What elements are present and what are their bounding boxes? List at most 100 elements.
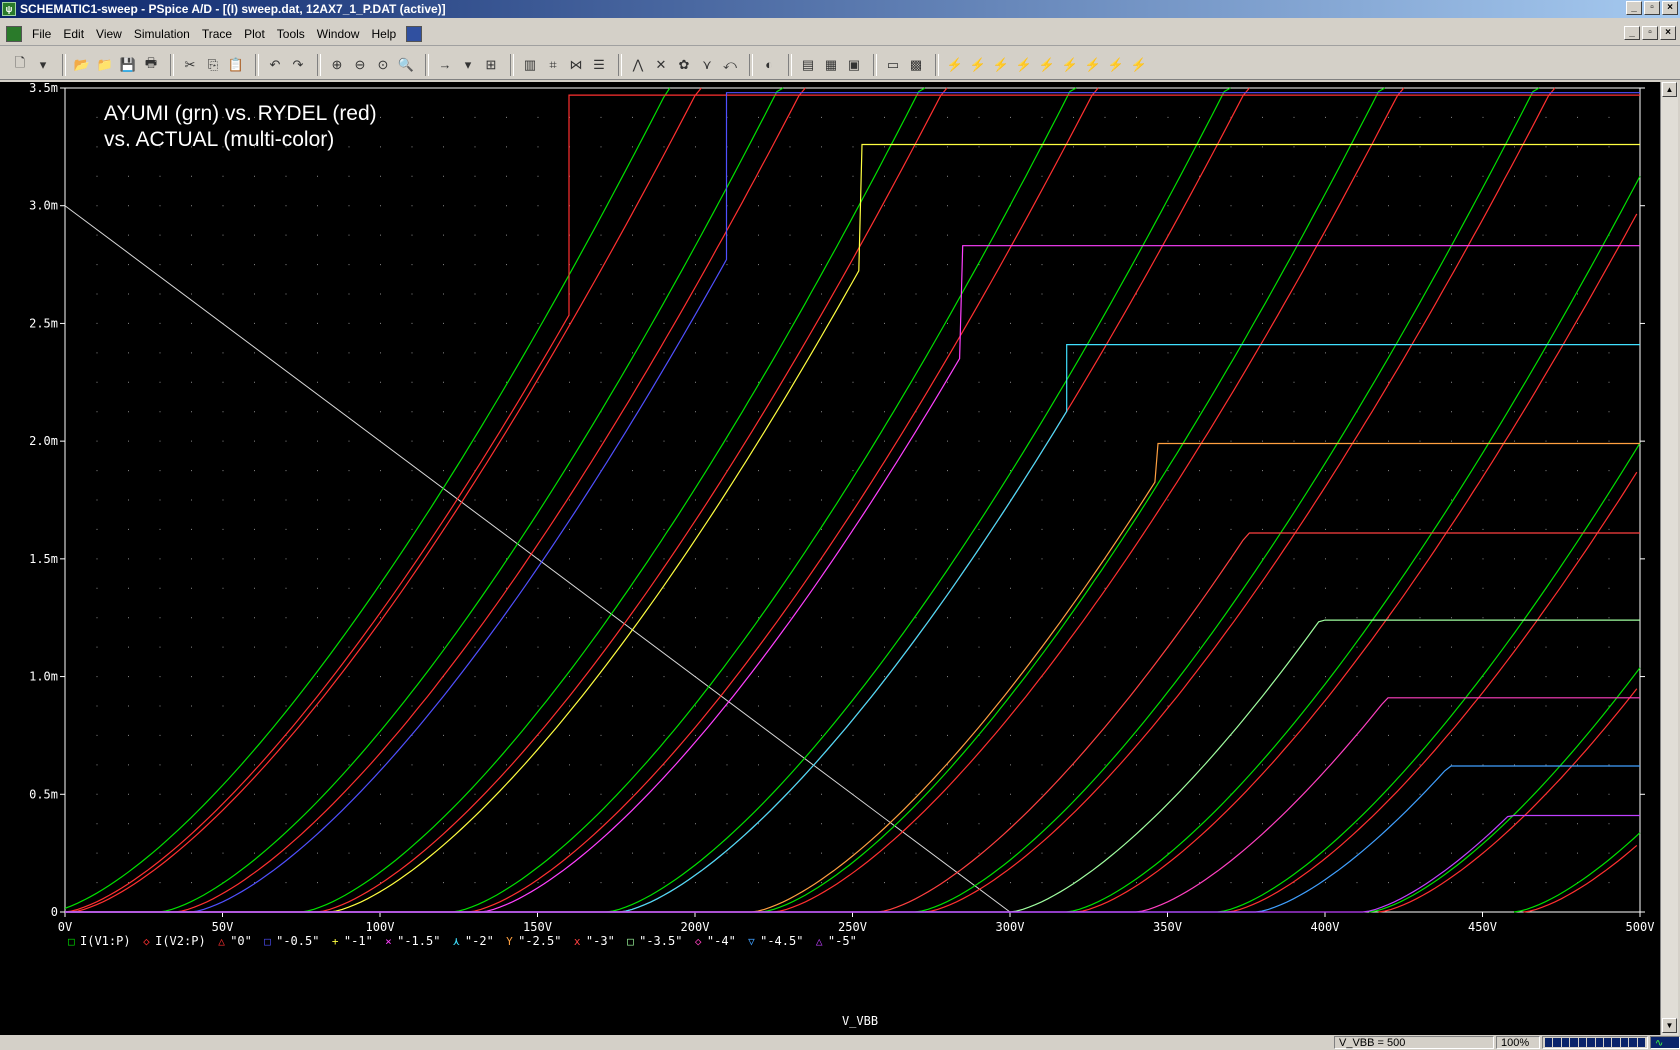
menu-window[interactable]: Window [311,27,366,41]
dropdown-icon[interactable]: ▾ [458,55,478,75]
legend-symbol: ◇ [695,935,702,948]
ayumi-curve [1513,832,1641,913]
y-tick-label: 1.5m [29,552,58,566]
zoom-in-icon[interactable]: ⊕ [327,55,347,75]
document-icon[interactable] [6,25,22,42]
document-window-controls: _ ▫ × [1624,26,1676,40]
mark-label-icon[interactable]: ◐ [759,55,779,75]
trough-icon[interactable]: ⤺ [720,55,740,75]
open-folder-icon[interactable]: 📁 [95,55,115,75]
status-bar: V_VBB = 500 100% ∿ [0,1035,1680,1050]
x-axis-label: V_VBB [842,1014,878,1028]
marker-voltage-icon[interactable]: ⚡ [945,55,965,75]
progress-segment [1553,1038,1561,1047]
menu-bar: File Edit View Simulation Trace Plot Too… [0,22,1680,46]
waveform-icon: ∿ [1650,1036,1680,1049]
save-plot-icon[interactable]: ▣ [844,55,864,75]
legend-label: "-5" [828,934,857,948]
fourier-icon[interactable]: ▥ [520,55,540,75]
window-titlebar: ψ SCHEMATIC1-sweep - PSpice A/D - [(I) s… [0,0,1680,18]
legend-symbol: x [574,935,581,948]
arrow-icon[interactable]: → [435,55,455,75]
marker-group-icon[interactable]: ⚡ [1083,55,1103,75]
legend-label: I(V1:P) [80,934,131,948]
maximize-button[interactable]: ▫ [1644,1,1660,15]
log-icon[interactable]: ⊞ [481,55,501,75]
copy-icon[interactable]: ⎘ [203,55,223,75]
toolbar-separator [618,53,622,76]
rydel-curve [1523,844,1638,913]
zoom-area-icon[interactable]: ⊙ [373,55,393,75]
marker-diff-icon[interactable]: ⚡ [1014,55,1034,75]
zoom-out-icon[interactable]: ⊖ [350,55,370,75]
view-netlist-icon[interactable]: ▤ [798,55,818,75]
menu-tools[interactable]: Tools [271,27,311,41]
scroll-up-button[interactable]: ▲ [1662,82,1677,97]
marker-phase-icon[interactable]: ⚡ [1060,55,1080,75]
plot-window[interactable]: 0 0.5m 1.0m 1.5m 2.0m 2.5m 3.0m 3.5m 0V 50V 100V 15… [0,81,1660,1035]
menu-plot[interactable]: Plot [238,27,271,41]
menu-view[interactable]: View [90,27,128,41]
marker-real-icon[interactable]: ⚡ [1106,55,1126,75]
minimize-button[interactable]: _ [1626,1,1642,15]
dropdown-icon[interactable]: ▾ [33,55,53,75]
redo-icon[interactable]: ↷ [288,55,308,75]
ayumi-curve [761,87,1386,913]
x-tick-label: 500V [1626,920,1655,934]
settings-icon[interactable]: ▩ [906,55,926,75]
menu-edit[interactable]: Edit [57,27,90,41]
toolbar: 🗋 ▾ 📂 📁 💾 🖶 ✂ ⎘ 📋 ↶ ↷ ⊕ ⊖ ⊙ 🔍 → ▾ ⊞ ▥ ⌗ ⋈ ☰ ⋀ ✕ ✿ ⋎ ⤺ ◐ ▤ ▦ ▣ ▭ ▩ ⚡ ⚡ ⚡ ⚡ ⚡ ⚡ ⚡… [0,50,1680,80]
xy-icon[interactable]: ⋈ [566,55,586,75]
legend: □ I(V1:P) ◇ I(V2:P) △ "0" □ "-0.5" + "-1" × "-1.5" ⋏… [68,934,857,948]
menu-simulation[interactable]: Simulation [128,27,196,41]
marker-current-icon[interactable]: ⚡ [968,55,988,75]
menu-file[interactable]: File [26,27,57,41]
y-tick-label: 3.5m [29,82,58,95]
table-icon[interactable]: ☰ [589,55,609,75]
help-context-icon[interactable] [406,25,423,42]
toolbar-separator [510,53,514,76]
marker-power-icon[interactable]: ⚡ [991,55,1011,75]
undo-icon[interactable]: ↶ [265,55,285,75]
progress-segment [1620,1038,1629,1047]
legend-symbol: △ [218,935,225,948]
marker-db-icon[interactable]: ⚡ [1037,55,1057,75]
measured-curve [65,532,1640,913]
measured-curve [65,92,1640,913]
doc-minimize-button[interactable]: _ [1624,26,1640,40]
run-icon[interactable]: ▭ [883,55,903,75]
x-tick-label: 100V [366,920,395,934]
doc-close-button[interactable]: × [1660,26,1676,40]
peak-icon[interactable]: ⋎ [697,55,717,75]
doc-restore-button[interactable]: ▫ [1642,26,1658,40]
performance-icon[interactable]: ⌗ [543,55,563,75]
add-trace-icon[interactable]: ⋀ [628,55,648,75]
zoom-fit-icon[interactable]: 🔍 [396,55,416,75]
toggle-cursor-icon[interactable]: ✕ [651,55,671,75]
measured-curve [65,697,1640,913]
measured-curve [65,765,1640,913]
cut-icon[interactable]: ✂ [180,55,200,75]
toolbar-separator [425,53,429,76]
x-tick-label: 150V [523,920,552,934]
annotation-line-1: AYUMI (grn) vs. RYDEL (red) [104,102,377,125]
menu-help[interactable]: Help [365,27,402,41]
iv-plot[interactable]: 0 0.5m 1.0m 1.5m 2.0m 2.5m 3.0m 3.5m 0V 50V 100V 15… [0,81,1660,1035]
x-tick-label: 350V [1153,920,1182,934]
view-output-icon[interactable]: ▦ [821,55,841,75]
menu-trace[interactable]: Trace [196,27,238,41]
progress-segment [1612,1038,1620,1047]
color-icon[interactable]: ✿ [674,55,694,75]
open-icon[interactable]: 📂 [72,55,92,75]
new-icon[interactable]: 🗋 [10,55,30,75]
vertical-scrollbar[interactable]: ▲ ▼ [1660,82,1678,1035]
close-button[interactable]: × [1662,1,1678,15]
print-icon[interactable]: 🖶 [141,55,161,75]
paste-icon[interactable]: 📋 [226,55,246,75]
save-icon[interactable]: 💾 [118,55,138,75]
legend-label: "-2.5" [518,934,561,948]
ayumi-curve [301,87,926,913]
marker-imag-icon[interactable]: ⚡ [1129,55,1149,75]
scroll-down-button[interactable]: ▼ [1662,1018,1677,1033]
legend-symbol: ◇ [143,935,150,948]
